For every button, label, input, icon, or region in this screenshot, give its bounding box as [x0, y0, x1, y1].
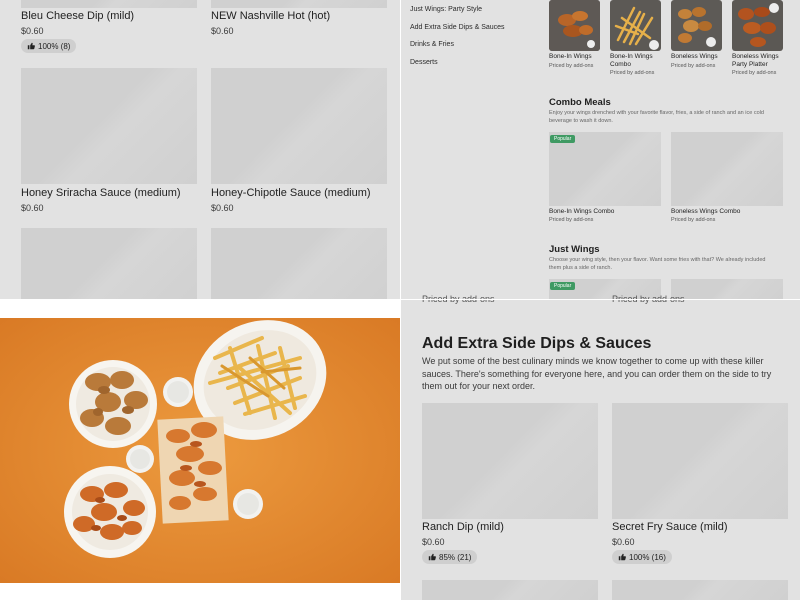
rating-badge: 100% (16): [612, 550, 672, 564]
sauce-price: $0.60: [612, 537, 635, 547]
nav-item-desserts[interactable]: Desserts: [410, 59, 438, 66]
nav-item-side-dips[interactable]: Add Extra Side Dips & Sauces: [410, 24, 505, 31]
rating-badge: 85% (21): [422, 550, 478, 564]
item-image-placeholder[interactable]: [211, 68, 387, 184]
combo-card-image[interactable]: [671, 132, 783, 206]
just-wings-card-image[interactable]: [671, 279, 783, 299]
combo-card-price: Priced by add-ons: [671, 217, 716, 223]
party-platter-photo-icon: [732, 0, 783, 51]
nav-item-just-wings-party[interactable]: Just Wings: Party Style: [410, 6, 482, 13]
sauce-image-placeholder[interactable]: [422, 580, 598, 600]
category-image-boneless-party-platter[interactable]: [732, 0, 783, 51]
section-title-just-wings: Just Wings: [549, 244, 600, 255]
section-title-side-dips: Add Extra Side Dips & Sauces: [422, 335, 652, 352]
item-price: $0.60: [21, 203, 44, 213]
nav-item-drinks-fries[interactable]: Drinks & Fries: [410, 41, 454, 48]
category-image-boneless-wings[interactable]: [671, 0, 722, 51]
sauce-name[interactable]: Ranch Dip (mild): [422, 521, 504, 533]
wings-and-fries-photo: [0, 318, 400, 583]
quadrant-divider-vertical: [400, 0, 401, 600]
item-price: $0.60: [211, 203, 234, 213]
rating-value: 85% (21): [439, 552, 472, 562]
combo-card-image[interactable]: [549, 132, 661, 206]
category-name[interactable]: Bone-In Wings: [549, 53, 604, 61]
item-image-placeholder[interactable]: [21, 68, 197, 184]
item-price: $0.60: [21, 26, 44, 36]
sauce-image-placeholder[interactable]: [422, 403, 598, 519]
category-price: Priced by add-ons: [732, 70, 777, 76]
wings-photo-icon: [549, 0, 600, 51]
combo-card-price: Priced by add-ons: [549, 217, 594, 223]
item-price: $0.60: [211, 26, 234, 36]
sauce-image-placeholder[interactable]: [612, 580, 788, 600]
popular-badge: Popular: [550, 282, 576, 290]
food-spread-icon: [0, 318, 400, 583]
item-image-placeholder[interactable]: [21, 0, 197, 8]
category-image-bone-in-combo[interactable]: [610, 0, 661, 51]
left-sauce-list: Bleu Cheese Dip (mild) $0.60 100% (8) NE…: [0, 0, 400, 300]
section-title-combo-meals: Combo Meals: [549, 97, 611, 108]
item-image-placeholder[interactable]: [21, 228, 197, 300]
thumbs-up-icon: [618, 553, 626, 561]
item-name[interactable]: Honey-Chipotle Sauce (medium): [211, 187, 371, 199]
category-name[interactable]: Bone-In Wings Combo: [610, 53, 660, 69]
category-name[interactable]: Boneless Wings Party Platter: [732, 53, 784, 69]
fries-photo-icon: [610, 0, 661, 51]
section-description: Choose your wing style, then your flavor…: [549, 257, 766, 271]
sauce-name[interactable]: Secret Fry Sauce (mild): [612, 521, 728, 533]
thumbs-up-icon: [428, 553, 436, 561]
rating-value: 100% (8): [38, 41, 71, 51]
section-description: Enjoy your wings drenched with your favo…: [549, 110, 764, 124]
rating-badge: 100% (8): [21, 39, 77, 53]
boneless-wings-photo-icon: [671, 0, 722, 51]
section-description: We put some of the best culinary minds w…: [422, 356, 772, 391]
thumbs-up-icon: [27, 42, 35, 50]
category-price: Priced by add-ons: [610, 70, 655, 76]
item-name[interactable]: NEW Nashville Hot (hot): [211, 10, 330, 22]
item-image-placeholder[interactable]: [211, 0, 387, 8]
combo-card-name[interactable]: Boneless Wings Combo: [671, 208, 740, 215]
sauce-price: $0.60: [422, 537, 445, 547]
popular-badge: Popular: [550, 135, 576, 143]
category-price: Priced by add-ons: [671, 63, 716, 69]
combo-card-name[interactable]: Bone-In Wings Combo: [549, 208, 614, 215]
category-price: Priced by add-ons: [549, 63, 594, 69]
category-name[interactable]: Boneless Wings: [671, 53, 726, 61]
item-image-placeholder[interactable]: [211, 228, 387, 300]
item-name[interactable]: Bleu Cheese Dip (mild): [21, 10, 134, 22]
sauce-image-placeholder[interactable]: [612, 403, 788, 519]
item-name[interactable]: Honey Sriracha Sauce (medium): [21, 187, 181, 199]
category-image-bone-in-wings[interactable]: [549, 0, 600, 51]
rating-value: 100% (16): [629, 552, 666, 562]
